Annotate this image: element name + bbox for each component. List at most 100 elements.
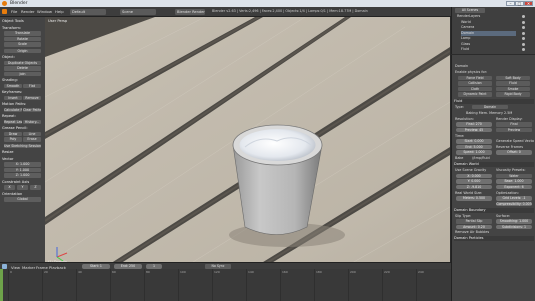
panel-header-domain-boundary[interactable]: Domain Boundary xyxy=(454,207,534,213)
physics-type-button[interactable]: Fluid xyxy=(496,81,530,86)
toolshelf-button[interactable]: Z xyxy=(30,185,41,190)
viscosity-exponent-field[interactable]: Exponent: 6 xyxy=(496,184,532,189)
screen-layout-select[interactable]: Default xyxy=(70,8,106,15)
toolshelf-button[interactable]: Translate xyxy=(4,31,41,36)
timeline-area[interactable]: 0 20 40 60 80 100 120 140 160 180 200 220 240 xyxy=(0,269,451,301)
reverse-frames-checkbox[interactable]: Reverse Frames xyxy=(496,145,534,150)
toolshelf-button[interactable]: Scale xyxy=(4,42,41,47)
speed-field[interactable]: Speed: 1.000 xyxy=(456,150,492,155)
physics-type-button[interactable]: Soft Body xyxy=(496,75,530,80)
fluid-type-select[interactable]: Domain xyxy=(472,104,508,109)
toolshelf-button[interactable]: Use Sketching Sessions xyxy=(4,143,41,148)
bake-path-field[interactable]: //tmp/fluid xyxy=(472,156,512,161)
toolshelf-button[interactable]: Duplicate Objects xyxy=(4,60,41,65)
meters-field[interactable]: Meters: 0.500 xyxy=(456,196,492,201)
visibility-eye-icon[interactable] xyxy=(522,20,525,24)
remove-air-bubbles-checkbox[interactable]: Remove Air Bubbles xyxy=(455,230,495,235)
outliner-row[interactable]: Camera xyxy=(461,25,516,30)
fluid-surface[interactable] xyxy=(239,129,316,161)
menu-render[interactable]: Render xyxy=(21,9,35,14)
gravity-z-field[interactable]: Z: -9.810 xyxy=(456,184,492,189)
start-frame-field[interactable]: Start: 1 xyxy=(82,264,110,269)
viscosity-preset-select[interactable]: Water xyxy=(496,173,532,178)
toolshelf-button[interactable]: Insert xyxy=(4,95,22,100)
menu-help[interactable]: Help xyxy=(55,9,64,14)
final-display-select[interactable]: Final xyxy=(496,122,532,127)
use-scene-gravity-checkbox[interactable]: Use Scene Gravity xyxy=(455,168,493,173)
gravity-x-field[interactable]: X: 0.000 xyxy=(456,173,492,178)
toolshelf-button[interactable]: Y: 1.000 xyxy=(4,167,41,172)
generate-speed-checkbox[interactable]: Generate Speed Vectors xyxy=(496,139,534,144)
preview-display-select[interactable]: Preview xyxy=(496,127,532,132)
offset-field[interactable]: Offset: 0 xyxy=(496,150,532,155)
start-time-field[interactable]: Start: 0.000 xyxy=(456,139,492,144)
physics-type-button[interactable]: Cloth xyxy=(458,86,492,91)
minimize-button[interactable]: – xyxy=(506,1,515,6)
end-time-field[interactable]: End: 5.000 xyxy=(456,144,492,149)
toolshelf-button[interactable]: Delete xyxy=(4,66,41,71)
toolshelf-button[interactable]: Remove xyxy=(23,95,41,100)
toolshelf-button[interactable]: Y xyxy=(17,185,28,190)
panel-header-fluid[interactable]: Fluid xyxy=(454,98,534,104)
physics-type-button[interactable]: Rigid Body xyxy=(496,92,530,97)
toolshelf-button[interactable]: Repeat Last xyxy=(4,119,22,124)
slip-type-select[interactable]: Partial Slip xyxy=(456,219,492,224)
outliner-row[interactable]: Fluid xyxy=(461,47,516,52)
close-button[interactable]: ✕ xyxy=(524,1,533,6)
physics-type-button[interactable]: Collision xyxy=(458,81,492,86)
toolshelf-button[interactable]: Flat xyxy=(23,83,41,88)
viewport-scene[interactable] xyxy=(45,17,450,267)
final-resolution-field[interactable]: Final: 270 xyxy=(456,122,492,127)
physics-type-button[interactable]: Dynamic Paint xyxy=(458,92,492,97)
scene-select[interactable]: Scene xyxy=(120,8,156,15)
toolshelf-button[interactable]: Join xyxy=(4,71,41,76)
toolshelf-button[interactable]: X xyxy=(4,185,15,190)
toolshelf-button[interactable]: Poly xyxy=(4,137,22,142)
outliner-row[interactable]: RenderLayers xyxy=(457,14,512,19)
slip-amount-field[interactable]: Amount: 0.20 xyxy=(456,224,492,229)
toolshelf-button[interactable]: History... xyxy=(23,119,41,124)
visibility-eye-icon[interactable] xyxy=(522,48,525,51)
editor-type-icon[interactable] xyxy=(2,9,7,14)
toolshelf-button[interactable]: Line xyxy=(23,131,41,136)
grid-levels-field[interactable]: Grid Levels: -1 xyxy=(496,196,532,201)
visibility-eye-icon[interactable] xyxy=(522,42,525,46)
preview-resolution-field[interactable]: Preview: 45 xyxy=(456,127,492,132)
maximize-button[interactable]: □ xyxy=(515,1,524,6)
gravity-y-field[interactable]: Y: 0.000 xyxy=(456,179,492,184)
outliner-row[interactable]: Domain xyxy=(461,30,516,36)
outliner-view-select[interactable]: All Scenes xyxy=(455,8,485,13)
outliner-row[interactable]: Glass xyxy=(461,42,516,47)
visibility-eye-icon[interactable] xyxy=(522,37,525,40)
toolshelf-button[interactable]: Z: 1.000 xyxy=(4,173,41,178)
toolshelf-button[interactable]: Draw xyxy=(4,131,22,136)
outliner-row[interactable]: Lamp xyxy=(461,36,516,41)
render-engine-select[interactable]: Blender Render xyxy=(175,8,205,15)
compressibility-field[interactable]: Compressibility: 0.005 xyxy=(496,201,532,206)
physics-type-button[interactable]: Force Field xyxy=(458,75,492,80)
menu-file[interactable]: File xyxy=(11,9,17,14)
toolshelf-button[interactable]: Clear Paths xyxy=(23,107,41,112)
visibility-eye-icon[interactable] xyxy=(522,31,525,35)
sync-mode-select[interactable]: No Sync xyxy=(205,264,231,269)
subdivisions-field[interactable]: Subdivisions: 1 xyxy=(496,224,532,229)
outliner-row[interactable]: World xyxy=(461,20,516,25)
toolshelf-button[interactable]: Calculate Paths xyxy=(4,107,22,112)
toolshelf-button[interactable]: X: 1.000 xyxy=(4,162,41,167)
physics-type-button[interactable]: Smoke xyxy=(496,86,530,91)
panel-header-domain-world[interactable]: Domain World xyxy=(454,162,534,167)
smoothing-field[interactable]: Smoothing: 1.000 xyxy=(496,219,532,224)
panel-header-domain-particles[interactable]: Domain Particles xyxy=(454,236,534,241)
viscosity-base-field[interactable]: Base: 1.000 xyxy=(496,179,532,184)
current-frame-indicator[interactable] xyxy=(0,269,3,301)
toolshelf-button[interactable]: Erase xyxy=(23,137,41,142)
current-frame-field[interactable]: 1 xyxy=(146,264,162,269)
menu-window[interactable]: Window xyxy=(37,9,52,14)
3d-viewport[interactable]: User Persp (1) Domain xyxy=(45,17,450,267)
visibility-eye-icon[interactable] xyxy=(522,15,525,18)
toolshelf-button[interactable]: Origin xyxy=(4,48,41,53)
visibility-eye-icon[interactable] xyxy=(522,26,525,29)
toolshelf-button[interactable]: Rotate xyxy=(4,36,41,41)
end-frame-field[interactable]: End: 250 xyxy=(114,264,142,269)
toolshelf-button[interactable]: Global xyxy=(4,197,41,202)
